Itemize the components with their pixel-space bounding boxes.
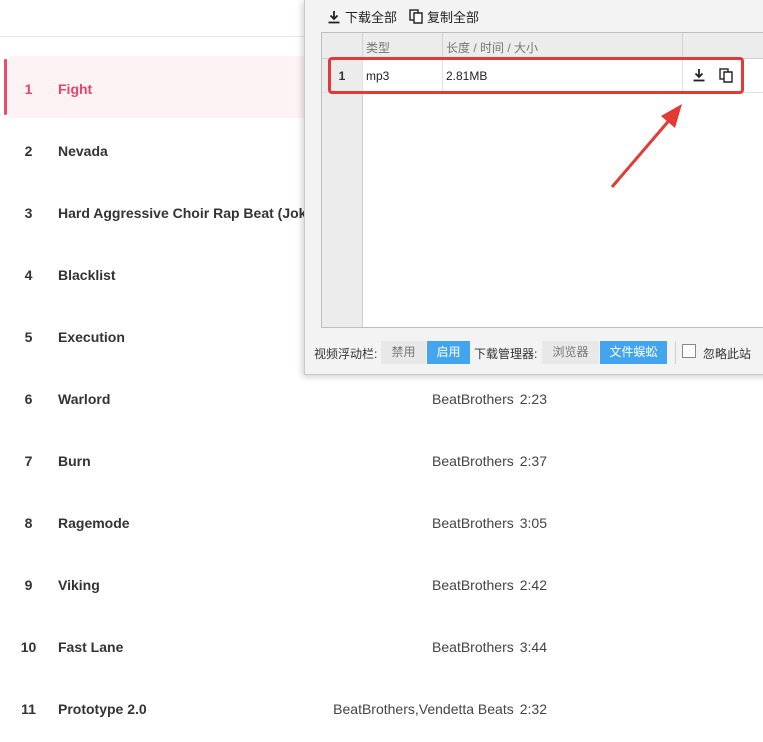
track-title[interactable]: Viking [58,577,100,593]
track-artist[interactable]: BeatBrothers [432,453,514,469]
popup-toolbar: 下载全部 复制全部 [305,0,763,32]
track-title[interactable]: Hard Aggressive Choir Rap Beat (Joker) [58,205,324,221]
track-meta: BeatBrothers 2:23 [432,391,547,407]
ignore-site-label[interactable]: 忽略此站 [703,345,751,362]
track-meta: BeatBrothers 2:42 [432,577,547,593]
track-number: 7 [24,453,33,469]
track-duration: 3:44 [519,639,547,655]
video-bar-label: 视频浮动栏: [314,347,378,361]
track-meta: BeatBrothers 2:37 [432,453,547,469]
track-duration: 2:23 [519,391,547,407]
popup-footer: 视频浮动栏: 禁用 启用 下载管理器: 浏览器 文件蜈蚣 忽略此站 [305,337,763,367]
track-title[interactable]: Ragemode [58,515,130,531]
track-meta: BeatBrothers,Vendetta Beats 2:32 [333,701,547,717]
annotation-arrow-icon [600,95,690,200]
header-divider [442,33,443,58]
download-manager-label: 下载管理器: [474,347,538,361]
track-title[interactable]: Warlord [58,391,110,407]
enable-button[interactable]: 启用 [427,341,470,364]
track-artist[interactable]: BeatBrothers [432,515,514,531]
track-title[interactable]: Prototype 2.0 [58,701,147,717]
track-duration: 2:32 [519,701,547,717]
track-duration: 2:42 [519,577,547,593]
track-title[interactable]: Fast Lane [58,639,123,655]
track-row[interactable]: 11 Prototype 2.0 BeatBrothers,Vendetta B… [0,679,763,741]
track-number: 8 [24,515,33,531]
track-number: 3 [24,205,33,221]
track-number: 4 [24,267,33,283]
track-number: 2 [24,143,33,159]
track-number: 5 [24,329,33,345]
track-duration: 2:37 [519,453,547,469]
track-title[interactable]: Blacklist [58,267,116,283]
track-title[interactable]: Nevada [58,143,108,159]
download-all-label: 下载全部 [345,10,398,25]
copy-icon [409,9,423,24]
track-artist[interactable]: BeatBrothers [432,391,514,407]
track-row[interactable]: 7 Burn BeatBrothers 2:37 [0,431,763,493]
track-number: 9 [24,577,33,593]
copy-all-label: 复制全部 [427,10,480,25]
browser-button[interactable]: 浏览器 [542,341,599,364]
ignore-site-checkbox[interactable] [682,344,696,358]
track-meta: BeatBrothers 3:05 [432,515,547,531]
track-row[interactable]: 8 Ragemode BeatBrothers 3:05 [0,493,763,555]
track-number: 6 [24,391,33,407]
copy-all-button[interactable]: 复制全部 [409,7,479,26]
track-artist[interactable]: BeatBrothers [432,639,514,655]
track-title[interactable]: Burn [58,453,91,469]
track-number: 10 [20,639,37,655]
track-meta: BeatBrothers 3:44 [432,639,547,655]
footer-divider [675,341,676,364]
header-divider [682,33,683,58]
disable-button[interactable]: 禁用 [381,341,426,364]
track-artist[interactable]: BeatBrothers,Vendetta Beats [333,701,514,717]
track-row[interactable]: 6 Warlord BeatBrothers 2:23 [0,369,763,431]
header-divider [0,36,310,37]
column-header-type[interactable]: 类型 [366,39,390,56]
track-title[interactable]: Execution [58,329,125,345]
track-artist[interactable]: BeatBrothers [432,577,514,593]
track-row[interactable]: 10 Fast Lane BeatBrothers 3:44 [0,617,763,679]
track-number: 1 [24,81,33,97]
file-manager-button[interactable]: 文件蜈蚣 [600,341,667,364]
track-number: 11 [21,701,36,717]
column-header-size[interactable]: 长度 / 时间 / 大小 [446,39,538,56]
download-all-button[interactable]: 下载全部 [327,7,397,26]
track-duration: 3:05 [519,515,547,531]
track-row[interactable]: 9 Viking BeatBrothers 2:42 [0,555,763,617]
track-title[interactable]: Fight [58,81,92,97]
download-icon [327,10,341,24]
header-divider [362,33,363,58]
table-header: 类型 长度 / 时间 / 大小 [322,33,763,59]
highlight-box [328,57,744,94]
